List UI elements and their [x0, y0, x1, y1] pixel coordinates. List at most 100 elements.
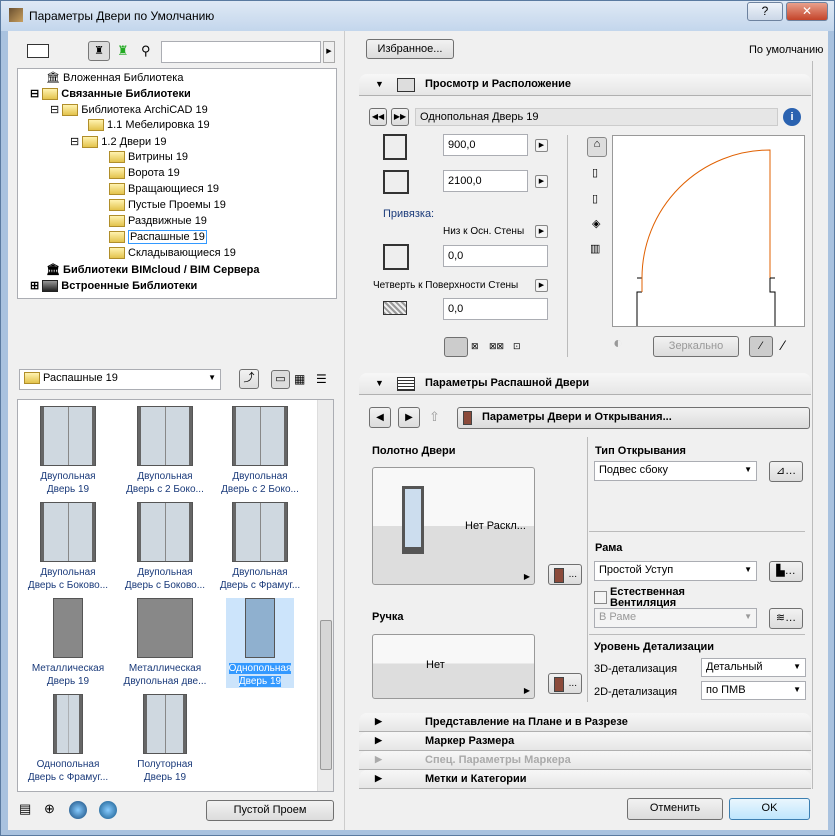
width-input[interactable]: 900,0	[443, 134, 528, 156]
large-icons-view-button[interactable]: ▭	[271, 370, 290, 389]
section-header-marker-params[interactable]: ▶ Спец. Параметры Маркера	[359, 751, 811, 770]
splitter[interactable]	[344, 31, 345, 830]
mirror-button[interactable]: Зеркально	[653, 336, 739, 357]
tree-item[interactable]: Ворота 19	[109, 167, 180, 180]
view-mode-icon[interactable]	[27, 44, 49, 58]
section-header-plan[interactable]: ▶ Представление на Плане и в Разрезе	[359, 713, 811, 732]
height-input[interactable]: 2100,0	[443, 170, 528, 192]
gallery-item[interactable]: Двупольная Дверь 19	[20, 406, 116, 496]
tree-item[interactable]: ⊞ Встроенные Библиотеки	[30, 279, 197, 293]
upload-icon[interactable]	[99, 801, 117, 819]
ventilation-settings-button[interactable]: ≋…	[769, 608, 803, 629]
anchor-option-4[interactable]: ⊡	[513, 341, 521, 352]
tree-item[interactable]: 🏛 Библиотеки BIMcloud / BIM Сервера	[46, 263, 259, 276]
tree-item[interactable]: Витрины 19	[109, 151, 188, 164]
prev-object-button[interactable]: ◀◀	[369, 108, 387, 126]
opening-settings-button[interactable]: ⊿…	[769, 461, 803, 482]
section-header-preview[interactable]: ▼ Просмотр и Расположение	[359, 74, 811, 96]
preview-plan-icon[interactable]: ⌂	[587, 137, 607, 157]
tree-item[interactable]: ⊟ Связанные Библиотеки	[30, 87, 191, 101]
close-button[interactable]: ✕	[786, 2, 828, 21]
opening-type-select[interactable]: Подвес сбоку	[594, 461, 757, 481]
chair-icon[interactable]: ♜	[88, 41, 110, 61]
search-input[interactable]	[161, 41, 321, 63]
gallery-item[interactable]: Двупольная Дверь с 2 Боко...	[212, 406, 308, 496]
anchor-menu-arrow[interactable]: ▶	[535, 225, 548, 238]
gallery-item[interactable]: Двупольная Дверь с Боково...	[20, 502, 116, 592]
width-menu-arrow[interactable]: ▶	[535, 139, 548, 152]
opening-title: Тип Открывания	[595, 445, 686, 457]
tree-item[interactable]: ⊟ 1.2 Двери 19	[70, 135, 166, 149]
tree-item[interactable]: Вращающиеся 19	[109, 183, 219, 196]
frame-settings-button[interactable]: ▙…	[769, 561, 803, 582]
tree-item[interactable]: 1.1 Мебелировка 19	[88, 119, 210, 132]
gallery-item[interactable]: Металлическая Двупольная две...	[117, 598, 213, 688]
tree-item[interactable]: Пустые Проемы 19	[109, 199, 226, 212]
anchor-option-1[interactable]	[444, 337, 468, 357]
expand-arrow-icon: ▶	[375, 735, 382, 745]
leaf-style-picker[interactable]: Нет Раскл... ▶	[372, 467, 535, 585]
handle-settings-button[interactable]	[548, 673, 582, 694]
preview-3d-icon[interactable]: ◈	[592, 217, 600, 230]
window-title: Параметры Двери по Умолчанию	[29, 9, 215, 23]
folder-icon	[109, 183, 125, 196]
tree-item[interactable]: Раздвижные 19	[109, 215, 207, 228]
detail-3d-select[interactable]: Детальный	[701, 658, 806, 677]
door-preview	[612, 135, 805, 327]
frame-select[interactable]: Простой Уступ	[594, 561, 757, 581]
preview-elevation-icon[interactable]: ▥	[590, 242, 600, 255]
open-right-icon[interactable]: ⁄	[782, 337, 784, 353]
empty-opening-button[interactable]: Пустой Проем	[206, 800, 334, 821]
open-left-button[interactable]: ⁄	[749, 336, 773, 357]
gallery-item[interactable]: Однопольная Дверь с Фрамуг...	[20, 694, 116, 784]
reveal-input[interactable]: 0,0	[443, 298, 548, 320]
gallery-item[interactable]: Двупольная Дверь с 2 Боко...	[117, 406, 213, 496]
help-button[interactable]: ?	[747, 2, 783, 21]
tree-item[interactable]: Складывающиеся 19	[109, 247, 236, 260]
add-object-icon[interactable]: ⊕	[44, 801, 55, 817]
library-manager-icon[interactable]: ▤	[19, 801, 31, 817]
search-menu-arrow[interactable]: ▶	[323, 41, 335, 63]
detail-2d-select[interactable]: по ПМВ	[701, 681, 806, 700]
globe-icon[interactable]	[69, 801, 87, 819]
leaf-settings-button[interactable]	[548, 564, 582, 585]
gallery-item[interactable]: Двупольная Дверь с Фрамуг...	[212, 502, 308, 592]
search-icon[interactable]: ⚲	[141, 43, 151, 59]
next-page-button[interactable]: ▶	[398, 407, 420, 428]
prev-page-button[interactable]: ◀	[369, 407, 391, 428]
gallery-item[interactable]: Двупольная Дверь с Боково...	[117, 502, 213, 592]
handle-style-picker[interactable]: Нет ▶	[372, 634, 535, 699]
grid-view-icon[interactable]: ▦	[294, 372, 305, 386]
preview-section-icon[interactable]: ▯	[592, 192, 598, 205]
folder-select[interactable]: Распашные 19	[19, 369, 221, 390]
gallery-item[interactable]: Полуторная Дверь 19	[117, 694, 213, 784]
ventilation-checkbox[interactable]	[594, 591, 607, 604]
tree-item[interactable]: 🏛 Вложенная Библиотека	[46, 71, 183, 84]
library-icon	[42, 88, 59, 101]
gallery-item-selected[interactable]: Однопольная Дверь 19	[226, 598, 294, 688]
folder-up-button[interactable]: ⤴	[239, 369, 259, 389]
height-menu-arrow[interactable]: ▶	[535, 175, 548, 188]
gallery-item[interactable]: Металлическая Дверь 19	[20, 598, 116, 688]
next-object-button[interactable]: ▶▶	[391, 108, 409, 126]
section-header-tags[interactable]: ▶ Метки и Категории	[359, 770, 811, 789]
ok-button[interactable]: OK	[729, 798, 810, 820]
section-header-dim-marker[interactable]: ▶ Маркер Размера	[359, 732, 811, 751]
cancel-button[interactable]: Отменить	[627, 798, 723, 820]
favorites-button[interactable]: Избранное...	[366, 39, 454, 59]
info-icon[interactable]: i	[783, 108, 801, 126]
preview-side-icon[interactable]: ▯	[592, 166, 598, 179]
sill-input[interactable]: 0,0	[443, 245, 548, 267]
ventilation-select[interactable]: В Раме	[594, 608, 757, 628]
anchor-option-2[interactable]: ⊠	[471, 341, 479, 352]
anchor-option-3[interactable]: ⊠⊠	[489, 341, 504, 352]
green-chair-icon[interactable]: ♜	[117, 43, 129, 59]
section-header-door-params[interactable]: ▼ Параметры Распашной Двери	[359, 373, 811, 395]
reveal-menu-arrow[interactable]: ▶	[535, 279, 548, 292]
list-view-icon[interactable]: ☰	[316, 372, 327, 386]
scrollbar-thumb[interactable]	[320, 620, 332, 770]
page-select-button[interactable]: Параметры Двери и Открывания...	[457, 407, 810, 429]
tree-item-selected[interactable]: Распашные 19	[109, 230, 207, 244]
tree-item[interactable]: ⊟ Библиотека ArchiCAD 19	[50, 103, 208, 117]
gallery-scrollbar[interactable]	[317, 400, 333, 791]
